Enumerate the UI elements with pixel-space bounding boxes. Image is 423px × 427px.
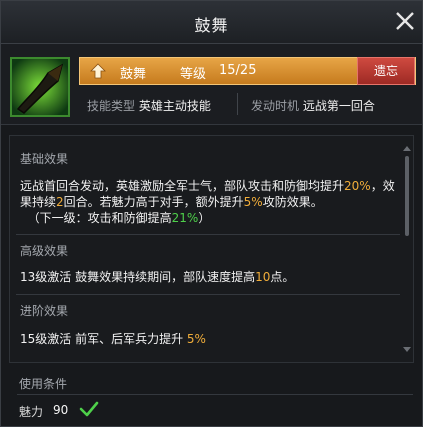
skill-detail-window: 鼓舞 鼓舞 等级 15/25 遗忘 技能类型 英雄主动技能 发动时机 远战第一回… [0,0,423,427]
title-bar: 鼓舞 [1,1,422,44]
charm-label: 魅力 [19,405,44,419]
section-divider [16,294,400,295]
conditions-title: 使用条件 [19,377,68,391]
skill-header: 鼓舞 等级 15/25 遗忘 技能类型 英雄主动技能 发动时机 远战第一回合 [1,44,422,125]
window-title: 鼓舞 [194,16,229,35]
close-icon [396,12,414,30]
conditions-panel: 使用条件 魅力 90 [9,369,414,421]
horn-icon [10,57,70,117]
skill-trigger: 发动时机 远战第一回合 [251,97,375,114]
skill-name-bar: 鼓舞 等级 15/25 遗忘 [79,57,416,85]
effects-panel[interactable]: 基础效果 远战首回合发动，英雄激励全军士气，部队攻击和防御均提升20%，效果持续… [9,135,414,363]
next-level-text: （下一级：攻击和防御提高21%） [27,211,211,225]
section-divider [16,234,400,235]
advanced-effect-title: 高级效果 [20,244,69,258]
close-button[interactable] [394,10,416,32]
basic-effect-text: 远战首回合发动，英雄激励全军士气，部队攻击和防御均提升20%，效果持续2回合。若… [20,179,395,225]
upgrade-effect-title: 进阶效果 [20,304,69,318]
upgrade-effect-text: 15级激活 前军、后军兵力提升 5% [20,332,206,346]
check-icon [79,401,99,417]
level-value: 15/25 [219,63,257,78]
skill-type-label: 技能类型 [87,99,136,113]
skill-type-value: 英雄主动技能 [138,99,211,113]
scroll-up-arrow-icon[interactable] [403,146,411,151]
basic-effect-title: 基础效果 [20,152,69,166]
effects-scrollbar[interactable] [403,146,411,352]
meta-divider [237,93,238,115]
skill-type: 技能类型 英雄主动技能 [87,97,211,114]
advanced-effect-text: 13级激活 鼓舞效果持续期间，部队速度提高10点。 [20,270,295,284]
scroll-down-arrow-icon[interactable] [403,347,411,352]
conditions-divider [17,394,413,395]
skill-name: 鼓舞 [120,67,147,82]
level-label: 等级 [180,67,207,82]
trigger-label: 发动时机 [251,99,300,113]
trigger-value: 远战第一回合 [302,99,375,113]
upgrade-icon [90,63,106,79]
forget-button[interactable]: 遗忘 [357,57,415,85]
scroll-thumb[interactable] [405,156,409,236]
charm-value: 90 [53,403,69,417]
